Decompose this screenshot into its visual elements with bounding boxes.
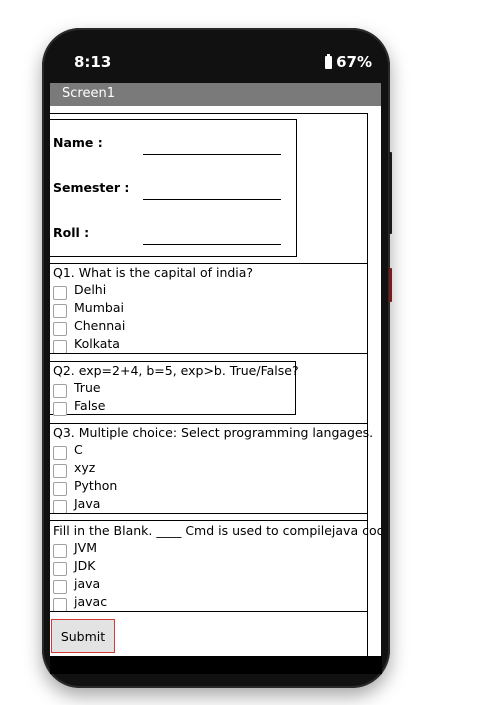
- q1-option-3-label[interactable]: Chennai: [74, 318, 125, 333]
- q1-option-3-checkbox[interactable]: [53, 322, 67, 336]
- q4-option-3-checkbox[interactable]: [53, 580, 67, 594]
- q1-option-4-checkbox[interactable]: [53, 340, 67, 354]
- status-time: 8:13: [74, 53, 112, 71]
- q2-option-2-label[interactable]: False: [74, 398, 105, 413]
- q4-option-1-label[interactable]: JVM: [74, 540, 97, 555]
- q4-option-4-label[interactable]: javac: [74, 594, 107, 609]
- roll-field[interactable]: [143, 244, 281, 245]
- device-frame: 8:13 67% Screen1 Name : Semester : Roll …: [0, 0, 503, 705]
- divider: [50, 520, 367, 521]
- power-button: [389, 152, 392, 234]
- q4-option-1-checkbox[interactable]: [53, 544, 67, 558]
- battery-percent: 67%: [336, 53, 372, 71]
- roll-label: Roll :: [53, 225, 90, 240]
- q4-option-2-checkbox[interactable]: [53, 562, 67, 576]
- divider: [50, 423, 367, 424]
- q2-option-2-checkbox[interactable]: [53, 402, 67, 416]
- submit-button[interactable]: Submit: [51, 619, 115, 653]
- name-field[interactable]: [143, 154, 281, 155]
- q2-option-1-checkbox[interactable]: [53, 384, 67, 398]
- q1-option-1-label[interactable]: Delhi: [74, 282, 106, 297]
- q3-option-2-checkbox[interactable]: [53, 464, 67, 478]
- navigation-bar: [50, 656, 382, 674]
- divider: [50, 513, 367, 514]
- divider: [50, 113, 367, 114]
- q4-option-4-checkbox[interactable]: [53, 598, 67, 612]
- q2-option-1-label[interactable]: True: [74, 380, 101, 395]
- divider: [50, 611, 367, 612]
- app-title: Screen1: [62, 86, 115, 101]
- q4-option-3-label[interactable]: java: [74, 576, 100, 591]
- app-screen[interactable]: Name : Semester : Roll : Q1. What is the…: [50, 106, 381, 656]
- q3-option-3-label[interactable]: Python: [74, 478, 117, 493]
- question-1-text: Q1. What is the capital of india?: [53, 265, 254, 280]
- question-4-text: Fill in the Blank. ____ Cmd is used to c…: [53, 523, 381, 538]
- volume-button: [389, 268, 392, 302]
- q3-option-3-checkbox[interactable]: [53, 482, 67, 496]
- q1-option-1-checkbox[interactable]: [53, 286, 67, 300]
- q4-option-2-label[interactable]: JDK: [74, 558, 96, 573]
- q3-option-1-checkbox[interactable]: [53, 446, 67, 460]
- battery-indicator: 67%: [325, 53, 372, 71]
- q1-option-2-checkbox[interactable]: [53, 304, 67, 318]
- q3-option-4-checkbox[interactable]: [53, 500, 67, 514]
- question-2-text: Q2. exp=2+4, b=5, exp>b. True/False?: [53, 363, 299, 378]
- q1-option-2-label[interactable]: Mumbai: [74, 300, 124, 315]
- q3-option-2-label[interactable]: xyz: [74, 460, 95, 475]
- app-title-bar: Screen1: [50, 83, 381, 106]
- name-label: Name :: [53, 135, 103, 150]
- semester-field[interactable]: [143, 199, 281, 200]
- question-3-text: Q3. Multiple choice: Select programming …: [53, 425, 374, 440]
- status-bar: 8:13 67%: [50, 44, 382, 82]
- semester-label: Semester :: [53, 180, 130, 195]
- form-content: Name : Semester : Roll : Q1. What is the…: [50, 113, 381, 656]
- divider: [50, 263, 367, 264]
- q1-option-4-label[interactable]: Kolkata: [74, 336, 120, 351]
- battery-icon: [325, 53, 333, 69]
- q3-option-1-label[interactable]: C: [74, 442, 83, 457]
- q3-option-4-label[interactable]: Java: [74, 496, 100, 511]
- divider: [50, 353, 367, 354]
